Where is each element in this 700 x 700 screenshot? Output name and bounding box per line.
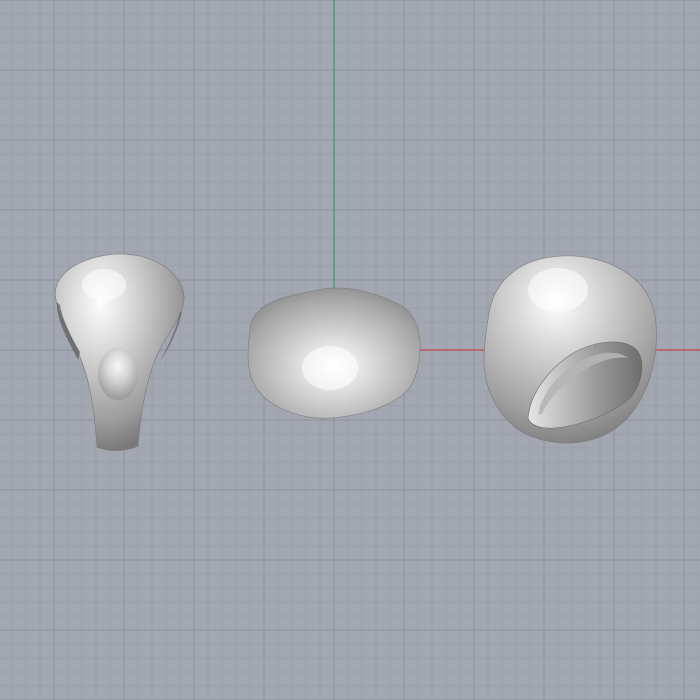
ring-top-view[interactable] bbox=[247, 287, 421, 419]
viewport-canvas[interactable] bbox=[0, 0, 700, 700]
ring-side-view[interactable] bbox=[54, 253, 185, 451]
cad-viewport[interactable] bbox=[0, 0, 700, 700]
ring-perspective-view[interactable] bbox=[483, 255, 657, 444]
